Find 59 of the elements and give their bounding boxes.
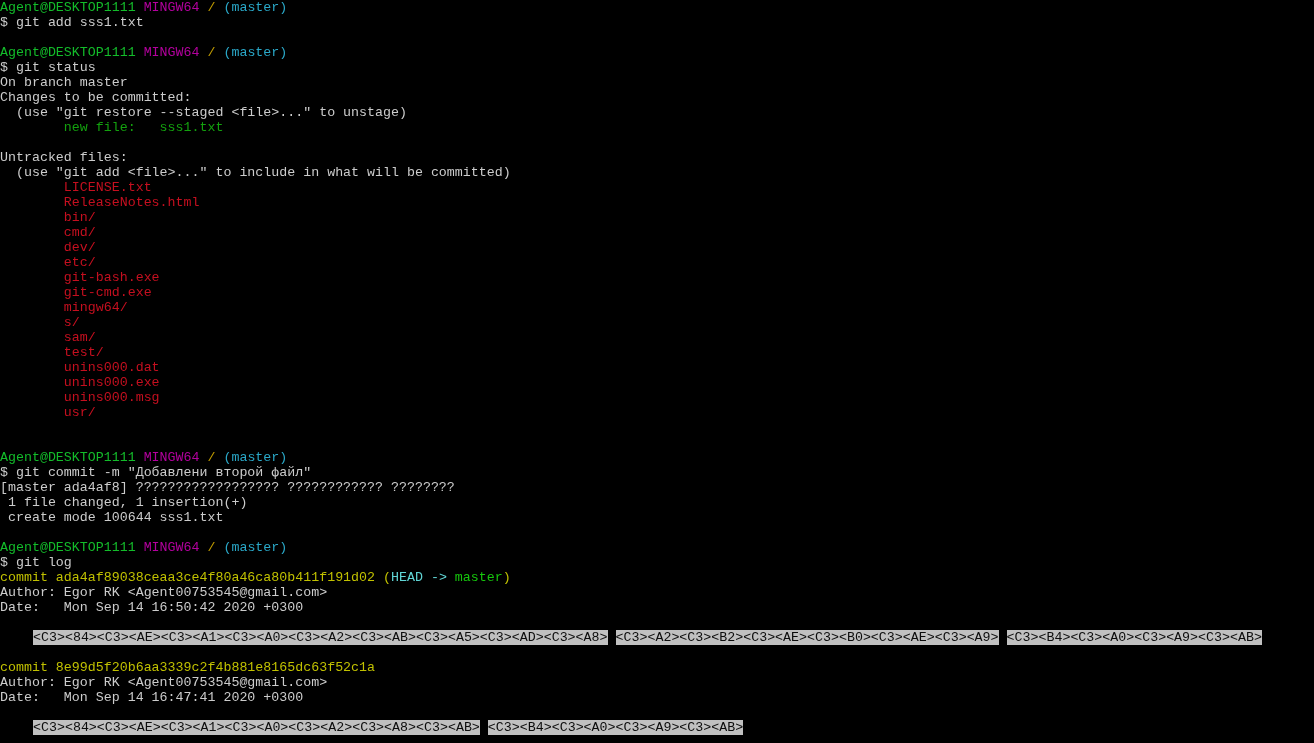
- output-text: Changes to be committed:: [0, 90, 192, 105]
- command-text: $ git commit -m "Добавлени второй файл": [0, 465, 312, 480]
- untracked-file: git-bash.exe: [62, 270, 160, 285]
- output-text: Untracked files:: [0, 150, 128, 165]
- untracked-file: etc/: [62, 255, 96, 270]
- untracked-file: git-cmd.exe: [62, 285, 152, 300]
- prompt-user: Agent@DESKTOP1111: [0, 0, 136, 15]
- untracked-file: dev/: [62, 240, 96, 255]
- untracked-file: unins000.dat: [62, 360, 160, 375]
- staged-file: new file: sss1.txt: [62, 120, 224, 135]
- untracked-file: sam/: [62, 330, 96, 345]
- untracked-file: bin/: [62, 210, 96, 225]
- prompt-branch: (master): [222, 45, 288, 60]
- head-ref: HEAD ->: [391, 570, 448, 585]
- untracked-file: ReleaseNotes.html: [62, 195, 200, 210]
- output-text: Author: Egor RK <Agent00753545@gmail.com>: [0, 585, 328, 600]
- escaped-bytes: <C3><84><C3><AE><C3><A1><C3><A0><C3><A2><C3><A8><C3><AB>: [33, 720, 480, 735]
- escaped-bytes: <C3><A2><C3><B2><C3><AE><C3><B0><C3><AE><C3><A9>: [615, 630, 999, 645]
- prompt-branch: (master): [222, 450, 288, 465]
- prompt-path: /: [206, 540, 216, 555]
- prompt-system: MINGW64: [142, 45, 200, 60]
- prompt-path: /: [207, 450, 216, 465]
- untracked-file: s/: [62, 315, 80, 330]
- command-text: $ git log: [0, 555, 72, 570]
- output-text: create mode 100644 sss1.txt: [6, 510, 224, 525]
- commit-hash: commit ada4af89038ceaa3ce4f80a46ca80b411f191d02 (: [0, 570, 391, 585]
- prompt-system: MINGW64: [142, 450, 200, 465]
- output-text: On branch master: [0, 75, 128, 90]
- prompt-system: MINGW64: [142, 540, 200, 555]
- untracked-file: unins000.exe: [62, 375, 160, 390]
- commit-hash: ): [502, 570, 511, 585]
- output-text: Date: Mon Sep 14 16:50:42 2020 +0300: [0, 600, 304, 615]
- untracked-file: test/: [62, 345, 104, 360]
- prompt-branch: (master): [222, 540, 288, 555]
- prompt-path: /: [206, 0, 216, 15]
- output-text: (use "git add <file>..." to include in what will be committed): [14, 165, 511, 180]
- commit-hash: commit 8e99d5f20b6aa3339c2f4b881e8165dc63f52c1a: [0, 660, 376, 675]
- prompt-branch: (master): [222, 0, 288, 15]
- command-text: $ git status: [0, 60, 96, 75]
- prompt-path: /: [206, 45, 216, 60]
- prompt-user: Agent@DESKTOP1111: [0, 45, 136, 60]
- untracked-file: LICENSE.txt: [62, 180, 152, 195]
- untracked-file: cmd/: [62, 225, 96, 240]
- output-text: Date: Mon Sep 14 16:47:41 2020 +0300: [0, 690, 304, 705]
- command-text: $ git add sss1.txt: [0, 15, 144, 30]
- branch-ref: master: [454, 570, 503, 585]
- escaped-bytes: <C3><84><C3><AE><C3><A1><C3><A0><C3><A2><C3><AB><C3><A5><C3><AD><C3><A8>: [33, 630, 608, 645]
- untracked-file: mingw64/: [62, 300, 128, 315]
- prompt-system: MINGW64: [142, 0, 200, 15]
- prompt-user: Agent@DESKTOP1111: [0, 450, 136, 465]
- escaped-bytes: <C3><B4><C3><A0><C3><A9><C3><AB>: [487, 720, 744, 735]
- escaped-bytes: <C3><B4><C3><A0><C3><A9><C3><AB>: [1006, 630, 1262, 645]
- output-text: Author: Egor RK <Agent00753545@gmail.com>: [0, 675, 328, 690]
- prompt-user: Agent@DESKTOP1111: [0, 540, 136, 555]
- output-text: (use "git restore --staged <file>..." to unstage): [14, 105, 407, 120]
- untracked-file: usr/: [62, 405, 96, 420]
- untracked-file: unins000.msg: [62, 390, 160, 405]
- output-text: 1 file changed, 1 insertion(+): [6, 495, 248, 510]
- output-text: [master ada4af8] ?????????????????? ???????????? ????????: [0, 480, 455, 495]
